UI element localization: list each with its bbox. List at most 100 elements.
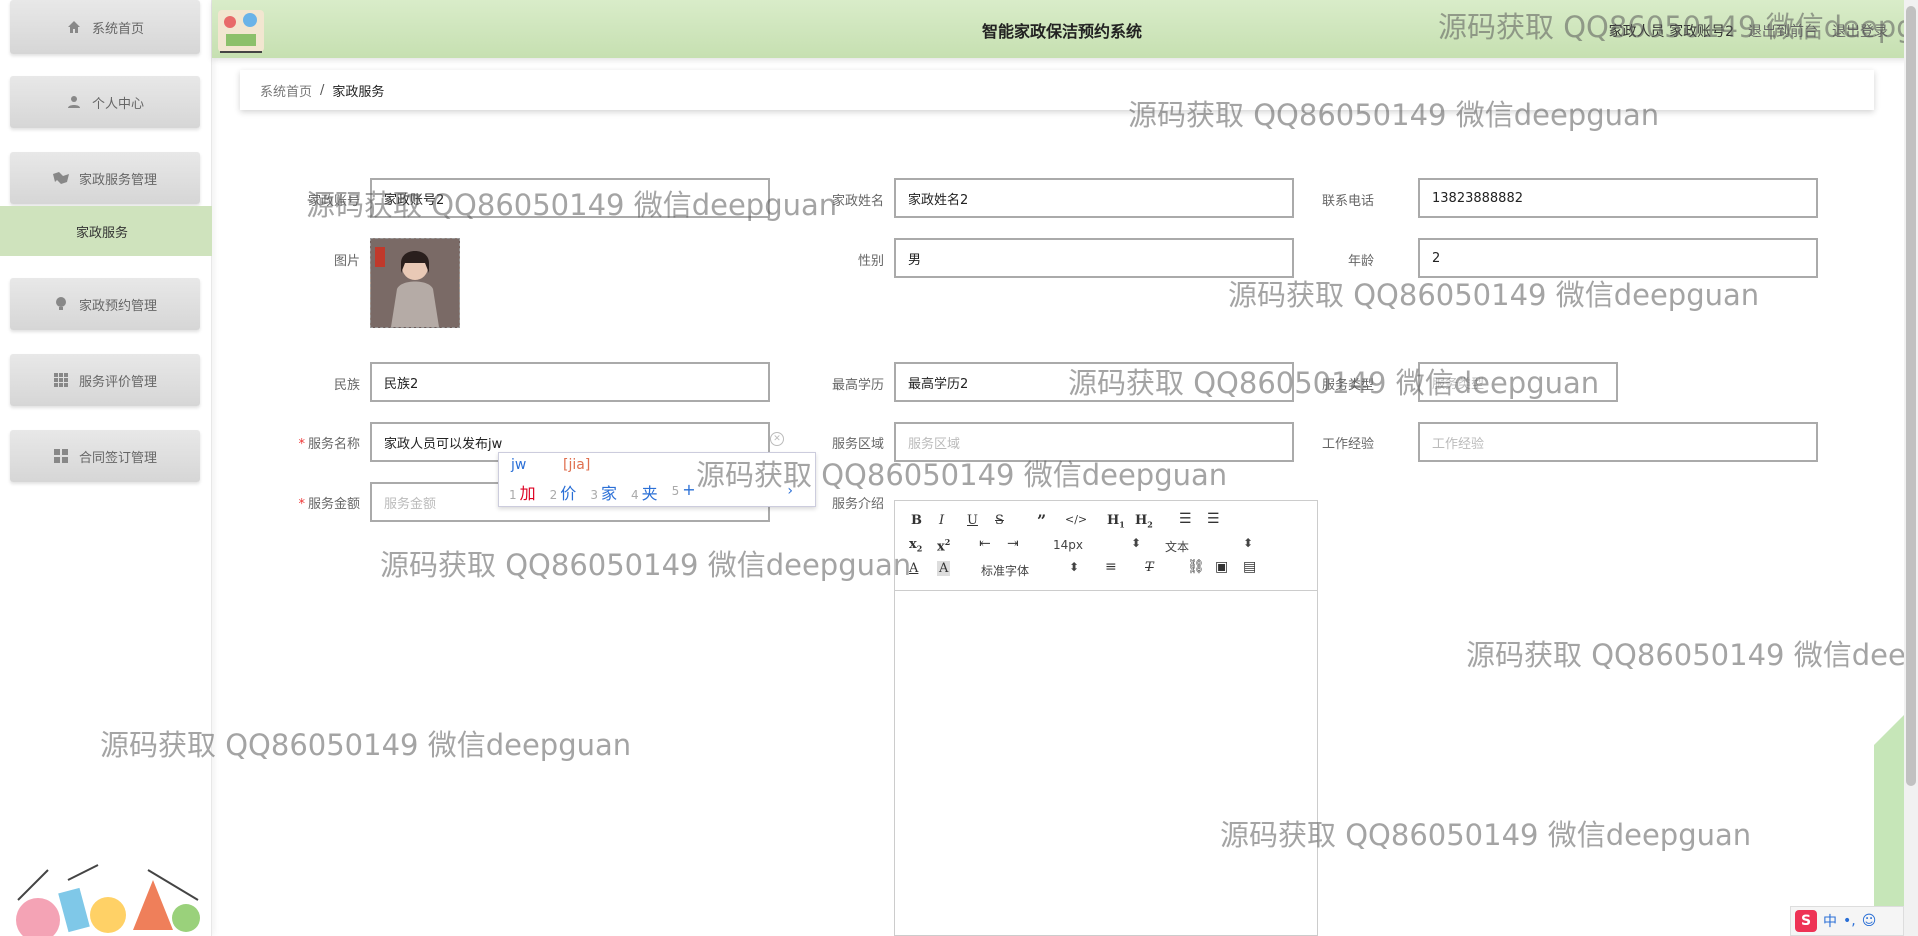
- sidebar-item-booking-mgmt[interactable]: 家政预约管理: [10, 278, 200, 330]
- sidebar-item-home[interactable]: 系统首页: [10, 0, 200, 54]
- breadcrumb-home-link[interactable]: 系统首页: [260, 81, 312, 100]
- breadcrumb-current: 家政服务: [332, 84, 385, 100]
- bullet-list-icon[interactable]: ☰: [1207, 511, 1220, 527]
- ordered-list-icon[interactable]: ☰: [1179, 511, 1192, 527]
- ethnicity-label: 民族: [333, 378, 360, 393]
- account-field[interactable]: 家政账号2: [370, 178, 770, 218]
- ime-tray[interactable]: S 中 •, ☺: [1790, 906, 1904, 936]
- app-title: 智能家政保洁预约系统: [982, 22, 1143, 41]
- ethnicity-field[interactable]: 民族2: [370, 362, 770, 402]
- amount-label: * 服务金额: [250, 493, 360, 512]
- sidebar-item-review-mgmt[interactable]: 服务评价管理: [10, 354, 200, 406]
- ime-candidate-text: +: [682, 480, 696, 499]
- sidebar-item-label: 系统首页: [91, 21, 144, 37]
- page-scrollbar[interactable]: [1904, 0, 1918, 936]
- sidebar-subitem-service[interactable]: 家政服务: [0, 206, 212, 256]
- back-to-frontend-link[interactable]: 退出到前台: [1748, 21, 1818, 41]
- ime-candidate-text: 夹: [641, 484, 658, 503]
- sidebar-item-label: 家政服务管理: [78, 172, 157, 188]
- service-type-label: 服务类型: [1321, 378, 1374, 393]
- breadcrumb: 系统首页 / 家政服务: [240, 70, 1874, 110]
- align-icon[interactable]: ≡: [1105, 559, 1117, 575]
- age-label: 年龄: [1347, 254, 1374, 269]
- logout-link[interactable]: 退出登录: [1832, 21, 1888, 41]
- sidebar-item-service-mgmt[interactable]: 家政服务管理: [10, 152, 200, 204]
- area-input[interactable]: 服务区域: [894, 422, 1294, 462]
- font-color-icon[interactable]: A: [909, 561, 918, 576]
- ime-candidate-number: 3: [590, 488, 598, 502]
- watermark: 源码获取 QQ86050149 微信deepguan: [1228, 278, 1760, 312]
- ime-emoji-icon[interactable]: ☺: [1862, 913, 1877, 929]
- font-family-select[interactable]: 标准字体: [981, 562, 1029, 579]
- outdent-icon[interactable]: ⇤: [979, 536, 991, 552]
- amount-label-text: 服务金额: [307, 497, 360, 512]
- required-mark: *: [298, 497, 305, 512]
- superscript-icon[interactable]: x2: [937, 537, 950, 554]
- sidebar-item-contract-mgmt[interactable]: 合同签订管理: [10, 430, 200, 482]
- strike-icon[interactable]: S: [995, 513, 1004, 528]
- clear-format-icon[interactable]: T: [1145, 560, 1154, 575]
- grid4-icon: [53, 448, 69, 464]
- ime-next-page-icon[interactable]: ›: [787, 483, 793, 499]
- code-icon[interactable]: </>: [1065, 513, 1087, 526]
- ime-candidate[interactable]: 3家: [590, 480, 617, 504]
- education-label: 最高学历: [831, 378, 884, 393]
- profile-photo[interactable]: [370, 238, 460, 328]
- required-mark: *: [298, 437, 305, 452]
- service-type-select[interactable]: 服务类型: [1418, 362, 1618, 402]
- ime-candidate-number: 2: [549, 488, 558, 502]
- font-size-select[interactable]: 14px: [1053, 538, 1083, 552]
- gender-field[interactable]: 男: [894, 238, 1294, 278]
- scrollbar-thumb[interactable]: [1906, 6, 1916, 786]
- phone-field[interactable]: 13823888882: [1418, 178, 1818, 218]
- ime-candidate[interactable]: 2价: [550, 480, 577, 504]
- phone-label: 联系电话: [1321, 194, 1374, 209]
- image-icon[interactable]: ▣: [1215, 559, 1228, 575]
- sidebar-subitem-label: 家政服务: [76, 225, 129, 241]
- blockquote-icon[interactable]: ”: [1037, 511, 1046, 530]
- heading1-icon[interactable]: H1: [1107, 513, 1125, 530]
- rich-text-editor: B I U S ” </> H1 H2 ☰ ☰ x2 x2 ⇤ ⇥ 14px ⬍…: [894, 500, 1318, 936]
- bold-icon[interactable]: B: [911, 513, 922, 528]
- ime-candidate-text: 家: [600, 484, 617, 503]
- editor-toolbar: B I U S ” </> H1 H2 ☰ ☰ x2 x2 ⇤ ⇥ 14px ⬍…: [895, 501, 1317, 591]
- ime-candidate-text: 加: [519, 484, 536, 503]
- sidebar-item-personal[interactable]: 个人中心: [10, 76, 200, 128]
- subscript-icon[interactable]: x2: [909, 537, 922, 554]
- corner-decoration: [1874, 715, 1904, 936]
- top-header: 智能家政保洁预约系统 家政人员 家政账号2 退出到前台 退出登录: [212, 0, 1918, 58]
- service-icon: [52, 170, 69, 186]
- sidebar-item-label: 合同签订管理: [78, 450, 157, 466]
- ime-candidate-number: 5: [671, 484, 680, 498]
- education-field[interactable]: 最高学历2: [894, 362, 1294, 402]
- ime-candidate[interactable]: 4夹: [631, 480, 658, 504]
- service-name-label-text: 服务名称: [307, 437, 360, 452]
- ime-logo-icon: S: [1795, 910, 1817, 932]
- sidebar: 系统首页 个人中心 家政服务管理 家政服务 家政预约管理 服务评价管理 合同签订…: [0, 0, 212, 936]
- video-icon[interactable]: ▤: [1243, 559, 1256, 575]
- ime-punct-toggle[interactable]: •,: [1843, 913, 1856, 929]
- area-label: 服务区域: [831, 437, 884, 452]
- paragraph-select[interactable]: 文本: [1165, 538, 1189, 555]
- name-label: 家政姓名: [831, 194, 884, 209]
- experience-input[interactable]: 工作经验: [1418, 422, 1818, 462]
- link-icon[interactable]: ⛓: [1187, 559, 1205, 575]
- header-user-area: 家政人员 家政账号2 退出到前台 退出登录: [1609, 21, 1888, 41]
- user-info: 家政人员 家政账号2: [1608, 24, 1734, 40]
- heading2-icon[interactable]: H2: [1135, 513, 1153, 530]
- italic-icon[interactable]: I: [939, 513, 944, 528]
- age-field[interactable]: 2: [1418, 238, 1818, 278]
- ime-mode-toggle[interactable]: 中: [1823, 911, 1837, 931]
- underline-icon[interactable]: U: [967, 513, 978, 528]
- breadcrumb-separator: /: [320, 82, 325, 98]
- ime-candidate[interactable]: 5 +: [672, 480, 696, 504]
- paragraph-chevron-icon: ⬍: [1243, 536, 1254, 550]
- bulb-icon: [53, 296, 69, 312]
- experience-label: 工作经验: [1321, 437, 1374, 452]
- background-color-icon[interactable]: A: [937, 561, 951, 576]
- ime-candidate[interactable]: 1加: [509, 480, 536, 504]
- indent-icon[interactable]: ⇥: [1007, 536, 1019, 552]
- name-field[interactable]: 家政姓名2: [894, 178, 1294, 218]
- ime-candidate-text: 价: [560, 484, 577, 503]
- logo: [218, 10, 264, 53]
